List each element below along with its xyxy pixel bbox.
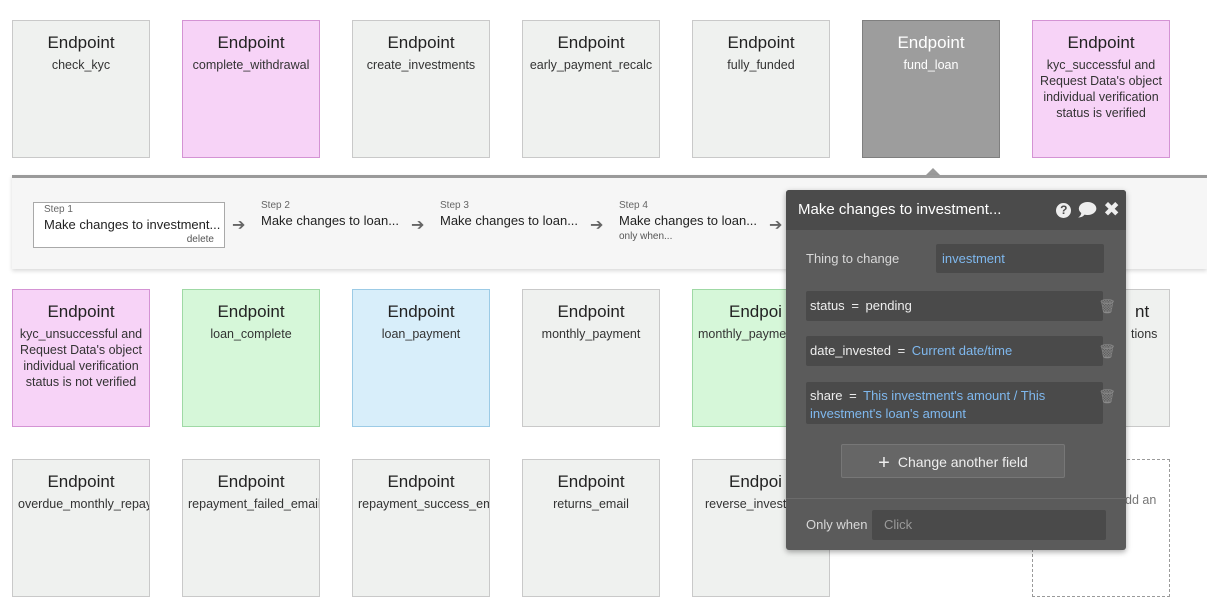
trash-icon[interactable]: 🗑 (1098, 298, 1116, 315)
step-number: Step 2 (261, 200, 290, 211)
card-subtitle: repayment_success_em (358, 497, 490, 511)
card-title: Endpoint (1067, 33, 1135, 52)
field-value: Current date/time (911, 343, 1013, 358)
thing-to-change-value: investment (942, 251, 1005, 266)
field-eq: = (851, 298, 859, 313)
endpoint-card-fully-funded[interactable]: Endpoint fully_funded (692, 20, 830, 158)
step-condition: only when... (619, 231, 673, 242)
endpoint-card-monthly-payment[interactable]: Endpoint monthly_payment (522, 289, 660, 427)
field-value: pending (865, 298, 912, 313)
close-icon[interactable]: ✖ (1103, 200, 1120, 220)
trash-icon[interactable]: 🗑 (1098, 343, 1116, 360)
endpoint-card-complete-withdrawal[interactable]: Endpoint complete_withdrawal (182, 20, 320, 158)
arrow-right-icon: ➔ (411, 217, 425, 234)
step-delete-link[interactable]: delete (187, 234, 214, 245)
endpoint-card-loan-payment[interactable]: Endpoint loan_payment (352, 289, 490, 427)
card-title: Endpoint (557, 33, 625, 52)
card-title: Endpoint (387, 302, 455, 321)
workflow-step-2[interactable]: Step 2 Make changes to loan... (261, 200, 399, 228)
card-subtitle: repayment_failed_email (188, 497, 320, 511)
card-title: Endpoint (47, 33, 115, 52)
arrow-right-icon: ➔ (769, 217, 783, 234)
endpoint-card-repayment-success-email[interactable]: Endpoint repayment_success_em (352, 459, 490, 597)
trash-icon[interactable]: 🗑 (1098, 388, 1116, 405)
panel-header: Make changes to investment... ? 🗩 ✖ (786, 190, 1126, 230)
field-name: status (810, 298, 845, 313)
card-subtitle: returns_email (553, 497, 629, 511)
card-subtitle: loan_complete (210, 327, 292, 341)
card-subtitle: loan_payment (381, 327, 461, 341)
only-when-label: Only when (806, 517, 868, 532)
endpoint-card-early-payment-recalc[interactable]: Endpoint early_payment_recalc (522, 20, 660, 158)
arrow-right-icon: ➔ (232, 217, 246, 234)
card-subtitle: overdue_monthly_repay (18, 497, 150, 511)
endpoint-card-check-kyc[interactable]: Endpoint check_kyc (12, 20, 150, 158)
card-subtitle: fully_funded (727, 58, 795, 72)
endpoint-card-repayment-failed-email[interactable]: Endpoint repayment_failed_email (182, 459, 320, 597)
workflow-step-3[interactable]: Step 3 Make changes to loan... (440, 200, 578, 228)
card-subtitle: kyc_unsuccessful and Request Data's obje… (19, 327, 143, 389)
card-subtitle: create_investments (366, 58, 476, 72)
field-status[interactable]: status = pending (806, 291, 1103, 321)
action-editor-panel: Make changes to investment... ? 🗩 ✖ Thin… (786, 190, 1126, 550)
workflow-step-1[interactable]: Step 1 Make changes to investment... del… (33, 202, 225, 248)
panel-title: Make changes to investment... (798, 201, 1002, 218)
panel-header-icons: ? 🗩 ✖ (1056, 190, 1120, 230)
arrow-right-icon: ➔ (590, 217, 604, 234)
endpoint-card-overdue-monthly-repay[interactable]: Endpoint overdue_monthly_repay (12, 459, 150, 597)
card-title: Endpoint (47, 302, 115, 321)
endpoint-card-kyc-unsuccessful[interactable]: Endpoint kyc_unsuccessful and Request Da… (12, 289, 150, 427)
step-number: Step 3 (440, 200, 469, 211)
panel-divider (786, 498, 1126, 499)
card-title: Endpoint (217, 33, 285, 52)
card-title: Endpoint (387, 472, 455, 491)
step-name: Make changes to loan... (440, 213, 579, 228)
endpoint-card-loan-complete[interactable]: Endpoint loan_complete (182, 289, 320, 427)
step-number: Step 4 (619, 200, 648, 211)
step-name: Make changes to loan... (619, 213, 758, 228)
card-title: Endpoint (217, 302, 285, 321)
button-label: Change another field (897, 454, 1028, 470)
card-subtitle: kyc_successful and Request Data's object… (1040, 58, 1162, 120)
selected-event-caret (926, 168, 940, 175)
card-subtitle: early_payment_recalc (529, 58, 653, 72)
comment-icon[interactable]: 🗩 (1077, 201, 1097, 219)
step-name: Make changes to loan... (261, 213, 400, 228)
card-subtitle: fund_loan (903, 58, 959, 72)
plus-icon: + (878, 452, 890, 474)
field-eq: = (897, 343, 906, 358)
card-subtitle: complete_withdrawal (192, 58, 310, 72)
field-share[interactable]: share = This investment's amount / This … (806, 382, 1103, 424)
card-title: Endpoint (217, 472, 285, 491)
card-title: Endpoint (897, 33, 965, 52)
field-eq: = (849, 388, 857, 403)
card-title: Endpoint (557, 302, 625, 321)
workflow-step-4[interactable]: Step 4 Make changes to loan... only when… (619, 200, 757, 242)
thing-to-change-label: Thing to change (806, 251, 900, 266)
card-subtitle: monthly_payment (541, 327, 641, 341)
step-number: Step 1 (44, 204, 73, 215)
field-name: share (810, 388, 843, 403)
card-title: Endpoint (387, 33, 455, 52)
field-date-invested[interactable]: date_invested = Current date/time (806, 336, 1103, 366)
step-name: Make changes to investment... (44, 217, 221, 232)
thing-to-change-field[interactable]: investment (936, 244, 1104, 273)
only-when-field[interactable]: Click (872, 510, 1106, 540)
card-title: Endpoint (47, 472, 115, 491)
change-another-field-button[interactable]: + Change another field (841, 444, 1065, 478)
card-title: Endpoint (557, 472, 625, 491)
endpoint-card-returns-email[interactable]: Endpoint returns_email (522, 459, 660, 597)
card-title: Endpoint (727, 33, 795, 52)
endpoint-card-kyc-successful[interactable]: Endpoint kyc_successful and Request Data… (1032, 20, 1170, 158)
help-icon[interactable]: ? (1056, 202, 1072, 218)
endpoint-card-fund-loan[interactable]: Endpoint fund_loan (862, 20, 1000, 158)
card-subtitle: check_kyc (51, 58, 111, 72)
field-name: date_invested (810, 343, 891, 358)
only-when-value: Click (884, 517, 913, 532)
field-value: This investment's amount / This investme… (810, 388, 1046, 421)
endpoint-card-create-investments[interactable]: Endpoint create_investments (352, 20, 490, 158)
